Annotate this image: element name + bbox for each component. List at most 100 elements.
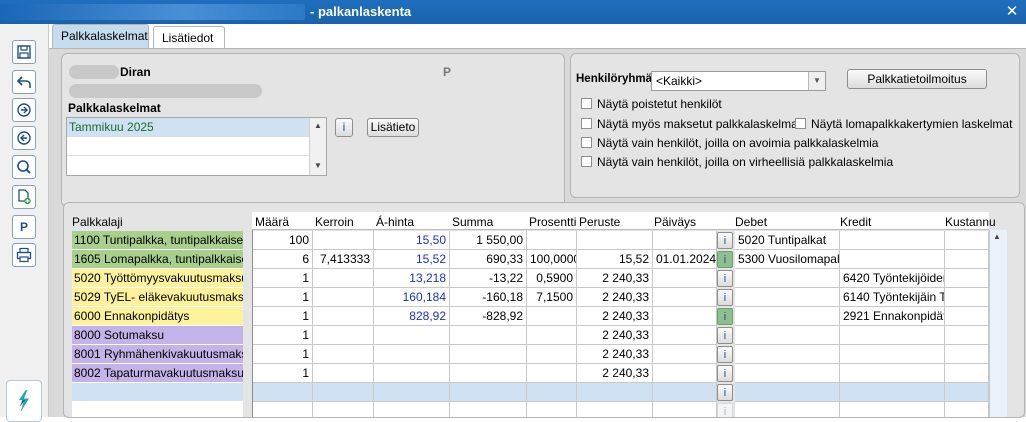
cell-basis[interactable]: 2 240,33 (577, 364, 653, 383)
scroll-up-icon[interactable]: ▲ (993, 232, 1001, 241)
cell-basis[interactable]: 2 240,33 (577, 307, 653, 326)
cell-basis[interactable]: 2 240,33 (577, 269, 653, 288)
cell-debit[interactable] (735, 364, 840, 383)
cell-cost[interactable] (945, 231, 989, 250)
cell-total[interactable]: 1 550,00 (450, 231, 527, 250)
cell-factor[interactable] (313, 402, 374, 417)
cell-unit-price[interactable]: 160,184 (374, 288, 450, 307)
cell-total[interactable] (450, 364, 527, 383)
cell-credit[interactable] (840, 250, 945, 269)
show-open-checkbox[interactable] (581, 137, 592, 148)
cell-credit[interactable]: 2921 Ennakonpidätys (840, 307, 945, 326)
cell-unit-price[interactable] (374, 364, 450, 383)
add-document-icon[interactable] (12, 185, 36, 209)
cell-basis[interactable]: 2 240,33 (577, 326, 653, 345)
cell-debit[interactable] (735, 288, 840, 307)
cell-cost[interactable] (945, 402, 989, 417)
cell-amount[interactable]: 1 (253, 307, 313, 326)
cell-credit[interactable] (840, 231, 945, 250)
save-icon[interactable] (12, 40, 36, 64)
grid-scrollbar[interactable]: ▲ (989, 230, 1007, 417)
cell-unit-price[interactable] (374, 326, 450, 345)
cell-basis[interactable] (577, 231, 653, 250)
cell-total[interactable] (450, 326, 527, 345)
app-logo-icon[interactable] (6, 380, 42, 422)
cell-date[interactable] (653, 288, 717, 307)
cell-factor[interactable] (313, 307, 374, 326)
cell-debit[interactable]: 5300 Vuosilomapalkat (735, 250, 840, 269)
row-info-button[interactable]: i (717, 289, 733, 306)
cell-cost[interactable] (945, 345, 989, 364)
cell-total[interactable] (450, 383, 527, 402)
row-info-button[interactable]: i (717, 251, 733, 268)
cell-date[interactable]: 01.01.2024 (653, 250, 717, 269)
row-kind[interactable]: 1605 Lomapalkka, tuntipalkkaiset (72, 250, 243, 269)
cell-amount[interactable]: 1 (253, 269, 313, 288)
group-select[interactable]: <Kaikki> ▼ (651, 71, 826, 91)
cell-unit-price[interactable]: 13,218 (374, 269, 450, 288)
cell-cost[interactable] (945, 364, 989, 383)
info-button[interactable]: i (335, 118, 353, 137)
row-kind[interactable]: 8001 Ryhmähenkivakuutusmaksu (72, 345, 243, 364)
cell-factor[interactable] (313, 383, 374, 402)
cell-unit-price[interactable] (374, 383, 450, 402)
cell-date[interactable] (653, 326, 717, 345)
tab-palkkalaskelmat[interactable]: Palkkalaskelmat (52, 24, 149, 48)
close-icon[interactable]: ✕ (1002, 2, 1022, 22)
cell-factor[interactable] (313, 288, 374, 307)
cell-percent[interactable] (527, 402, 577, 417)
cell-amount[interactable] (253, 402, 313, 417)
row-info-button[interactable]: i (717, 365, 733, 382)
lisatieto-button[interactable]: Lisätieto (367, 118, 419, 137)
cell-total[interactable]: -13,22 (450, 269, 527, 288)
cell-percent[interactable] (527, 383, 577, 402)
cell-cost[interactable] (945, 269, 989, 288)
cell-factor[interactable] (313, 345, 374, 364)
p-button[interactable]: P (12, 215, 36, 239)
cell-total[interactable]: -160,18 (450, 288, 527, 307)
cell-unit-price[interactable]: 15,50 (374, 231, 450, 250)
row-kind[interactable] (72, 383, 243, 402)
cell-basis[interactable]: 2 240,33 (577, 288, 653, 307)
cell-date[interactable] (653, 307, 717, 326)
cell-credit[interactable] (840, 345, 945, 364)
cell-total[interactable] (450, 402, 527, 417)
cell-debit[interactable] (735, 402, 840, 417)
cell-unit-price[interactable]: 828,92 (374, 307, 450, 326)
cell-date[interactable] (653, 402, 717, 417)
cell-cost[interactable] (945, 288, 989, 307)
cell-percent[interactable]: 100,0000 (527, 250, 577, 269)
cell-credit[interactable] (840, 402, 945, 417)
row-info-button[interactable]: i (717, 403, 733, 417)
row-info-button[interactable]: i (717, 384, 733, 401)
scroll-up-icon[interactable]: ▲ (310, 118, 326, 134)
row-kind[interactable]: 5029 TyEL- eläkevakuutusmaksu (72, 288, 243, 307)
cell-percent[interactable] (527, 345, 577, 364)
cell-total[interactable]: -828,92 (450, 307, 527, 326)
cell-amount[interactable]: 1 (253, 345, 313, 364)
show-paid-checkbox[interactable] (581, 118, 592, 129)
cell-amount[interactable]: 1 (253, 326, 313, 345)
row-info-button[interactable]: i (717, 270, 733, 287)
show-holiday-checkbox[interactable] (795, 118, 806, 129)
cell-debit[interactable] (735, 383, 840, 402)
list-item[interactable]: Tammikuu 2025 (67, 118, 326, 137)
undo-icon[interactable] (12, 70, 36, 94)
cell-credit[interactable] (840, 383, 945, 402)
cell-basis[interactable]: 15,52 (577, 250, 653, 269)
cell-amount[interactable]: 1 (253, 288, 313, 307)
cell-debit[interactable] (735, 307, 840, 326)
cell-total[interactable]: 690,33 (450, 250, 527, 269)
cell-credit[interactable]: 6420 Työntekijöiden (840, 269, 945, 288)
row-kind[interactable] (72, 402, 243, 417)
cell-unit-price[interactable]: 15,52 (374, 250, 450, 269)
cell-amount[interactable] (253, 383, 313, 402)
row-info-button[interactable]: i (717, 232, 733, 249)
cell-percent[interactable] (527, 231, 577, 250)
cell-factor[interactable]: 7,413333 (313, 250, 374, 269)
cell-percent[interactable] (527, 307, 577, 326)
cell-date[interactable] (653, 383, 717, 402)
cell-date[interactable] (653, 231, 717, 250)
cell-debit[interactable] (735, 326, 840, 345)
chevron-down-icon[interactable]: ▼ (808, 72, 825, 90)
